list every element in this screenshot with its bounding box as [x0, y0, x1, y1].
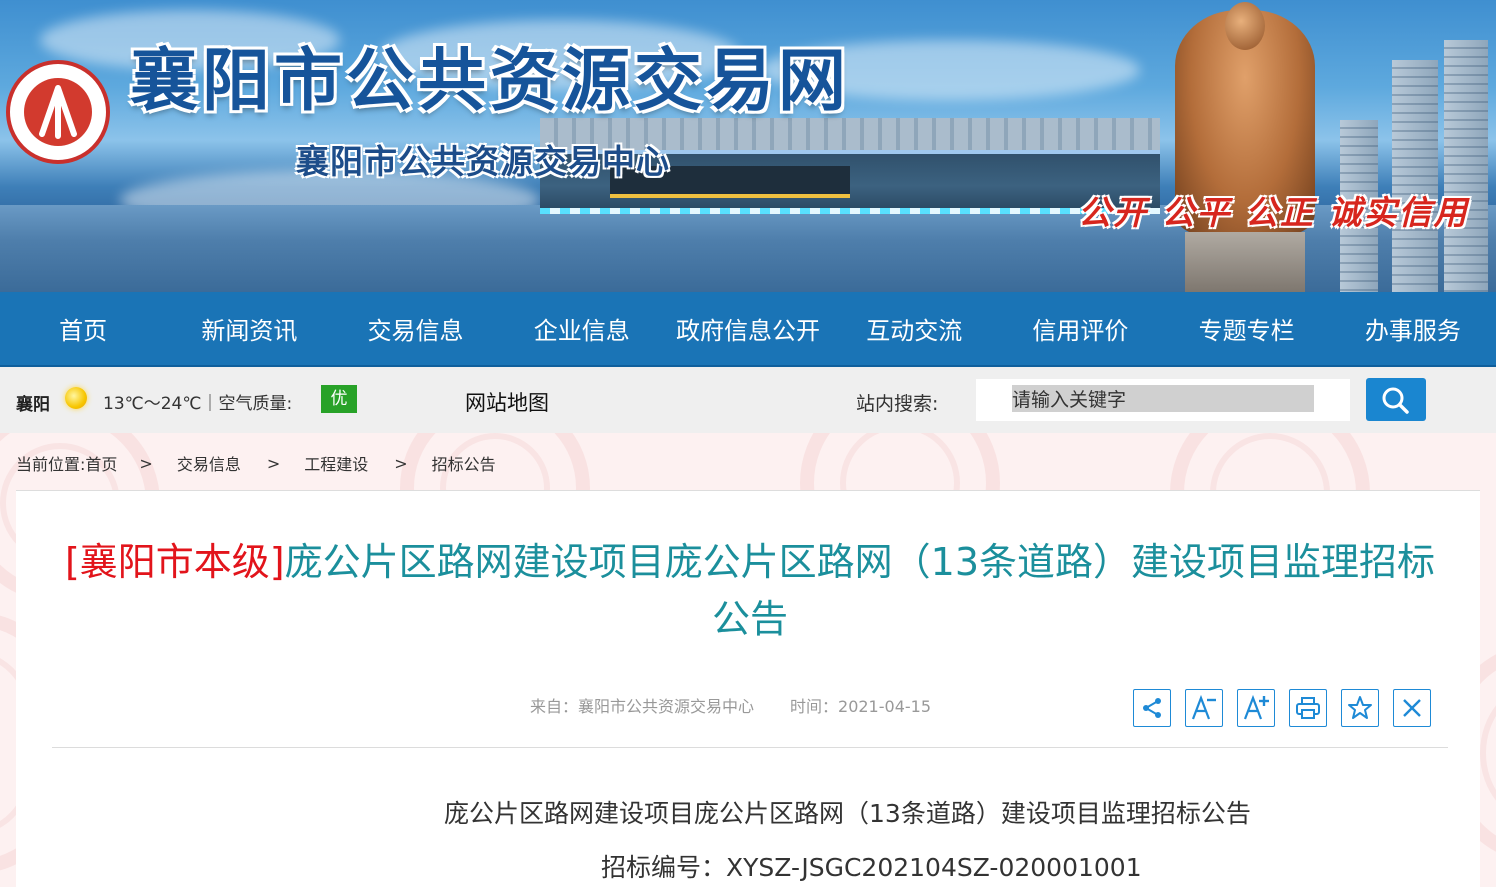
breadcrumb-home[interactable]: 首页 [85, 451, 117, 475]
info-bar: 襄阳 13℃～24℃｜空气质量: 优 网站地图 站内搜索: [0, 367, 1496, 433]
building [1444, 40, 1488, 292]
site-logo [6, 60, 110, 164]
building [1392, 60, 1438, 292]
nav-item-home[interactable]: 首页 [0, 292, 166, 365]
breadcrumb-trading-info[interactable]: 交易信息 [177, 451, 241, 475]
font-decrease-button[interactable] [1185, 689, 1223, 727]
article-divider [52, 747, 1448, 748]
logo-mark-icon [39, 85, 77, 139]
main-nav: 首页 新闻资讯 交易信息 企业信息 政府信息公开 互动交流 信用评价 专题专栏 … [0, 292, 1496, 367]
close-button[interactable] [1393, 689, 1431, 727]
air-quality-badge: 优 [321, 385, 357, 413]
site-subtitle: 襄阳市公共资源交易中心 [296, 142, 670, 181]
search-icon [1382, 387, 1409, 414]
site-title: 襄阳市公共资源交易网 [130, 42, 851, 121]
article-source: 来自：襄阳市公共资源交易中心 [530, 697, 755, 716]
font-increase-button[interactable] [1237, 689, 1275, 727]
search-label: 站内搜索: [856, 393, 939, 415]
favorite-button[interactable] [1341, 689, 1379, 727]
site-motto: 公开 公平 公正 诚实信用 [1078, 193, 1469, 232]
nav-item-services[interactable]: 办事服务 [1330, 292, 1496, 365]
sitemap-link[interactable]: 网站地图 [465, 387, 549, 417]
share-icon [1143, 698, 1161, 718]
share-button[interactable] [1133, 689, 1171, 727]
nav-item-news[interactable]: 新闻资讯 [166, 292, 332, 365]
breadcrumb-engineering[interactable]: 工程建设 [304, 451, 368, 475]
wall-lights [540, 208, 1160, 214]
print-button[interactable] [1289, 689, 1327, 727]
nav-item-trading-info[interactable]: 交易信息 [332, 292, 498, 365]
nav-item-enterprise-info[interactable]: 企业信息 [499, 292, 665, 365]
breadcrumb-tender-notice[interactable]: 招标公告 [432, 451, 496, 475]
article-title-text: 庞公片区路网建设项目庞公片区路网（13条道路）建设项目监理招标公告 [284, 540, 1435, 641]
search-button[interactable] [1366, 378, 1426, 421]
article-toolbar [1133, 689, 1431, 727]
document-heading: 庞公片区路网建设项目庞公片区路网（13条道路）建设项目监理招标公告 [444, 799, 1251, 828]
nav-item-interaction[interactable]: 互动交流 [831, 292, 997, 365]
article-title: [襄阳市本级]庞公片区路网建设项目庞公片区路网（13条道路）建设项目监理招标公告 [60, 534, 1440, 648]
article-time: 时间：2021-04-15 [790, 697, 932, 716]
favorite-icon [1348, 696, 1372, 719]
search-input[interactable] [976, 379, 1350, 421]
nav-item-special-topics[interactable]: 专题专栏 [1164, 292, 1330, 365]
breadcrumb: 当前位置: 首页 > 交易信息 > 工程建设 > 招标公告 [16, 451, 496, 475]
sun-icon [65, 387, 87, 409]
breadcrumb-separator: > [266, 453, 281, 473]
weather-city: 襄阳 [16, 395, 50, 415]
site-banner: 襄阳市公共资源交易网 襄阳市公共资源交易中心 公开 公平 公正 诚实信用 [0, 0, 1496, 292]
font-increase-icon [1243, 695, 1269, 720]
statue-head [1225, 2, 1265, 50]
article-meta: 来自：襄阳市公共资源交易中心 时间：2021-04-15 [530, 693, 931, 717]
close-icon [1403, 699, 1421, 717]
breadcrumb-separator: > [394, 453, 408, 473]
nav-item-gov-disclosure[interactable]: 政府信息公开 [665, 292, 831, 365]
tender-number: 招标编号：XYSZ-JSGC202104SZ-020001001 [601, 853, 1142, 882]
article-region-tag: [襄阳市本级] [64, 540, 285, 584]
statue-pedestal [1185, 232, 1305, 292]
breadcrumb-separator: > [139, 453, 153, 473]
font-decrease-icon [1191, 695, 1216, 720]
breadcrumb-prefix: 当前位置: [16, 455, 86, 474]
print-icon [1296, 697, 1320, 719]
weather-temperature: 13℃～24℃｜空气质量: [103, 394, 293, 414]
nav-item-credit-rating[interactable]: 信用评价 [997, 292, 1163, 365]
